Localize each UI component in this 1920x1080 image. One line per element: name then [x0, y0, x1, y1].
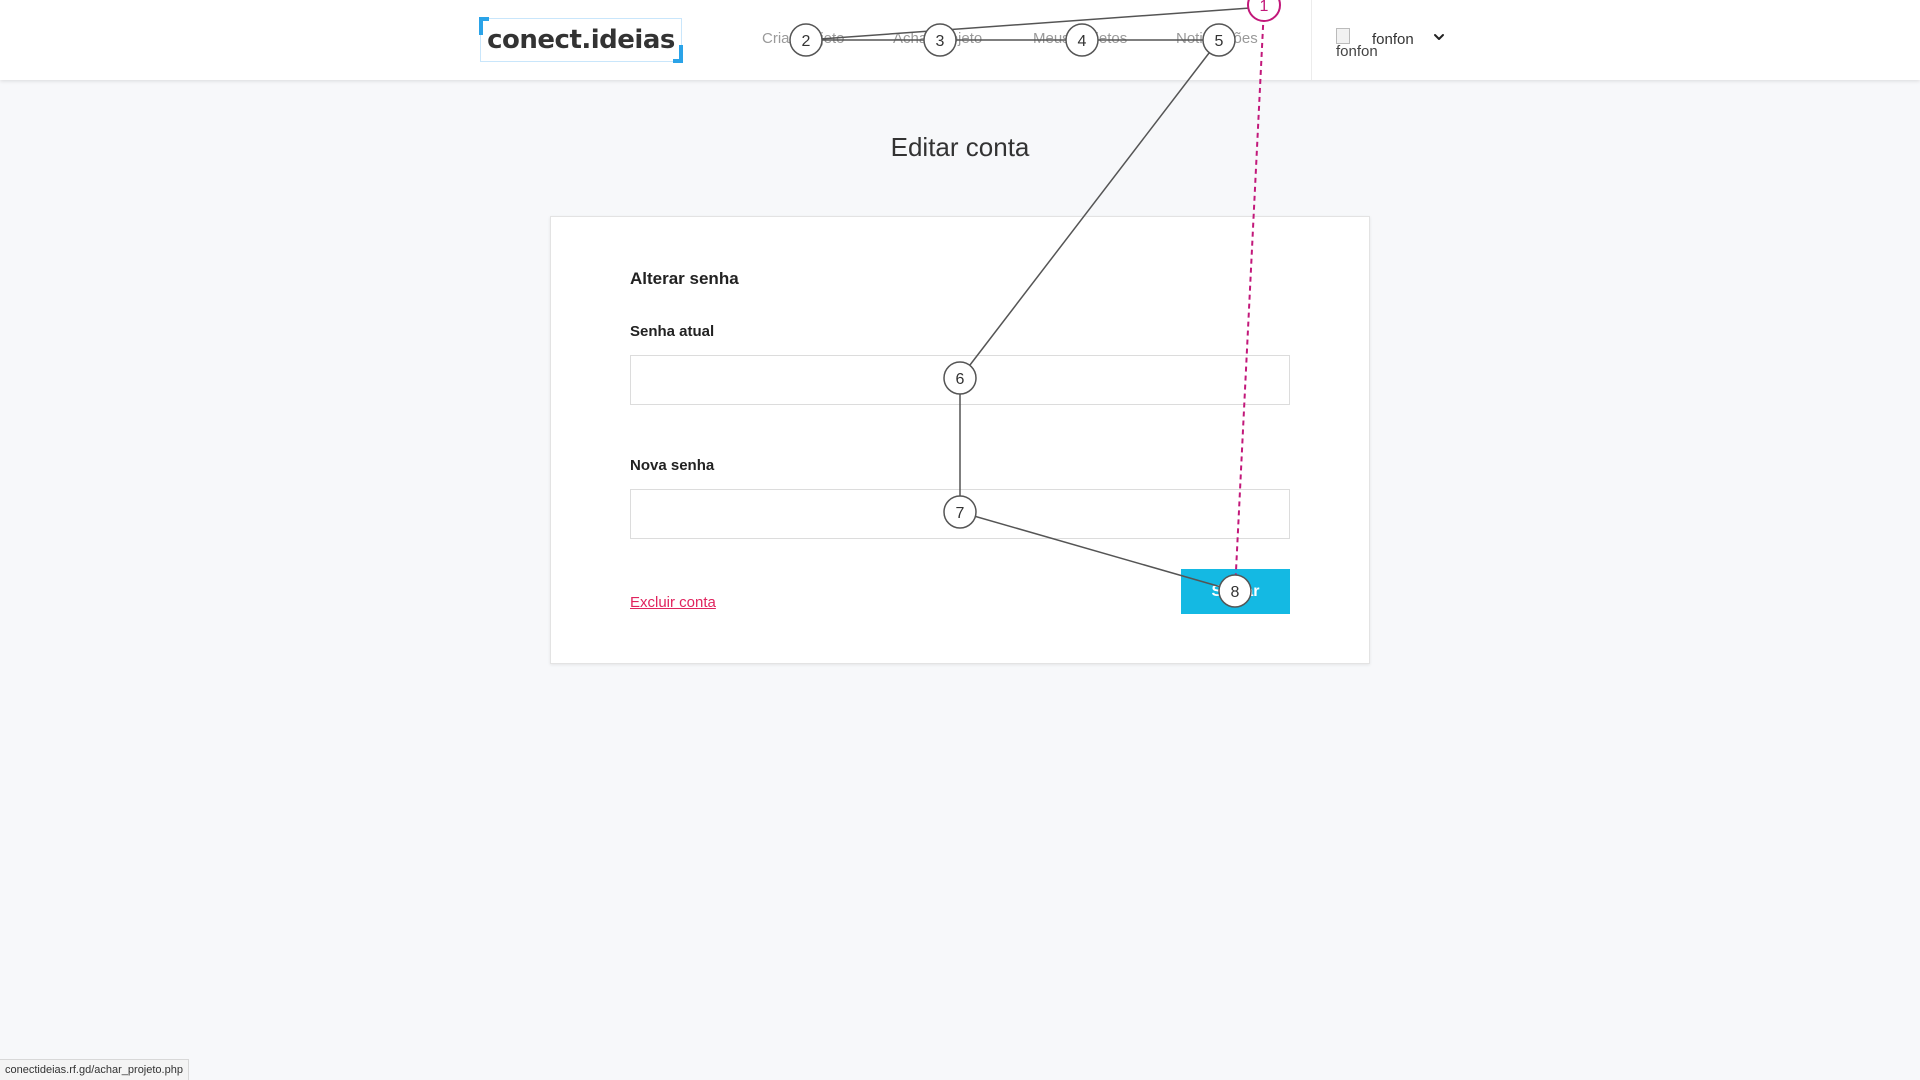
nav-notificacoes[interactable]: Notificações — [1176, 30, 1258, 47]
logo-corner-accent — [479, 17, 489, 35]
browser-status-bar: conectideias.rf.gd/achar_projeto.php — [0, 1059, 189, 1080]
broken-image-icon — [1336, 28, 1350, 44]
avatar: fonfon — [1336, 28, 1378, 64]
user-menu[interactable]: fonfon fonfon — [1336, 28, 1446, 68]
nav-meus-projetos[interactable]: Meus projetos — [1033, 30, 1127, 47]
chevron-down-icon[interactable] — [1432, 30, 1446, 44]
edit-account-card: Alterar senha Senha atual Nova senha Exc… — [550, 216, 1370, 664]
logo-corner-accent — [673, 45, 683, 63]
current-password-label: Senha atual — [630, 323, 715, 340]
nav-criar-projeto[interactable]: Criar projeto — [762, 30, 845, 47]
top-navbar: conect.ideias Criar projeto Achar projet… — [0, 0, 1920, 80]
new-password-input[interactable] — [630, 489, 1290, 539]
current-password-input[interactable] — [630, 355, 1290, 405]
site-logo[interactable]: conect.ideias — [479, 17, 683, 63]
nav-divider — [1311, 0, 1312, 80]
nav-achar-projeto[interactable]: Achar projeto — [893, 30, 982, 47]
logo-text: conect.ideias — [487, 25, 675, 55]
delete-account-link[interactable]: Excluir conta — [630, 594, 716, 611]
section-title: Alterar senha — [630, 269, 739, 288]
page-title: Editar conta — [890, 132, 1030, 162]
new-password-label: Nova senha — [630, 457, 715, 474]
save-button[interactable]: Salvar — [1181, 569, 1290, 614]
user-name: fonfon — [1372, 31, 1414, 48]
